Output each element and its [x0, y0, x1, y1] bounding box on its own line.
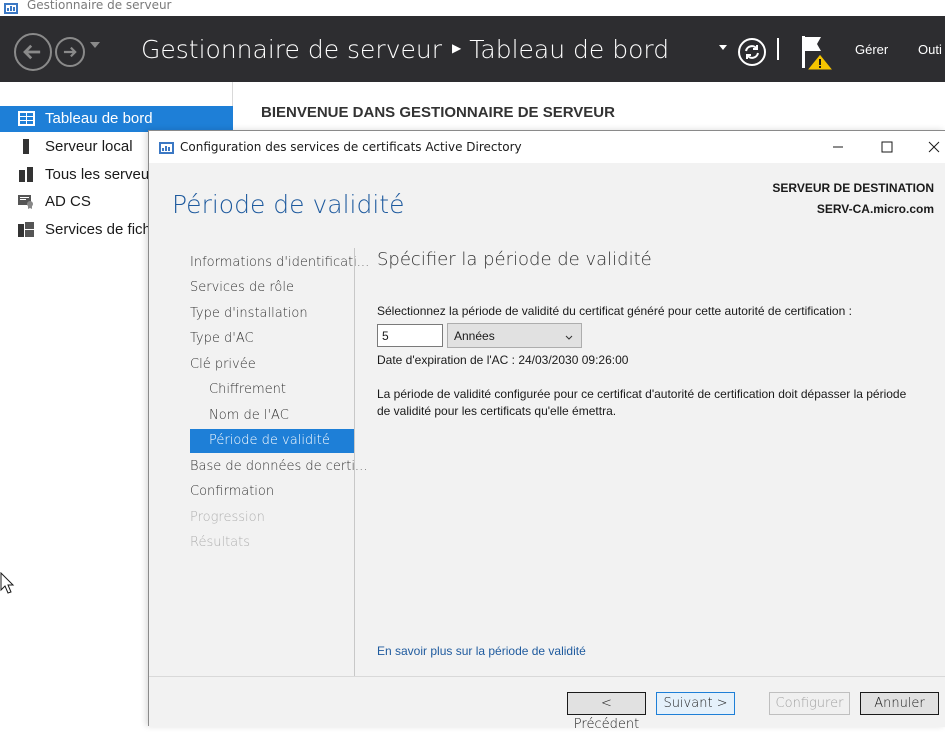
- step-progress: Progression: [190, 510, 265, 525]
- step-role-services[interactable]: Services de rôle: [190, 276, 294, 300]
- dialog-title: Configuration des services de certificat…: [180, 140, 522, 154]
- destination-server-value: SERV-CA.micro.com: [816, 202, 934, 216]
- forward-button[interactable]: [55, 37, 85, 67]
- server-icon: [18, 139, 35, 154]
- refresh-icon[interactable]: [737, 37, 767, 67]
- menu-outils[interactable]: Outi: [918, 42, 942, 57]
- validity-info-text: La période de validité configurée pour c…: [377, 387, 907, 418]
- app-header: Gestionnaire de serveur ▶ Tableau de bord …: [0, 16, 945, 82]
- servers-icon: [18, 167, 35, 182]
- history-dropdown[interactable]: [90, 42, 100, 48]
- minimize-button[interactable]: [826, 135, 850, 159]
- step-ca-name[interactable]: Nom de l'AC: [209, 404, 289, 428]
- arrow-left-icon: [23, 44, 41, 60]
- breadcrumb-root[interactable]: Gestionnaire de serveur: [141, 35, 442, 64]
- breadcrumb: Gestionnaire de serveur ▶ Tableau de bord: [141, 35, 669, 64]
- validity-prompt: Sélectionnez la période de validité du c…: [377, 304, 852, 318]
- certificate-icon: [18, 194, 35, 209]
- maximize-button[interactable]: [875, 135, 899, 159]
- validity-unit-select[interactable]: Années: [447, 323, 582, 348]
- step-certificate-database[interactable]: Base de données de certi...: [190, 455, 367, 479]
- close-icon: [928, 141, 940, 153]
- step-ca-type[interactable]: Type d'AC: [190, 327, 254, 351]
- dialog-body: Période de validité SERVEUR DE DESTINATI…: [149, 163, 945, 690]
- dialog-titlebar[interactable]: Configuration des services de certificat…: [149, 131, 945, 163]
- mouse-cursor-icon: [0, 571, 16, 596]
- steps-divider: [354, 248, 355, 690]
- menu-gerer[interactable]: Gérer: [855, 42, 888, 57]
- ca-expiry-date: Date d'expiration de l'AC : 24/03/2030 0…: [377, 353, 629, 367]
- dashboard-icon: [18, 111, 35, 126]
- step-private-key[interactable]: Clé privée: [190, 353, 256, 377]
- page-title: Période de validité: [172, 190, 405, 219]
- file-services-icon: [18, 222, 35, 237]
- arrow-right-icon: [63, 46, 77, 58]
- notifications-flag-icon[interactable]: [799, 34, 835, 72]
- chevron-down-icon: [565, 331, 573, 340]
- configure-button: Configurer: [769, 692, 850, 715]
- breadcrumb-separator-icon: ▶: [452, 41, 462, 55]
- cancel-button[interactable]: Annuler: [860, 692, 939, 715]
- maximize-icon: [881, 141, 893, 153]
- sidebar-item-label: AD CS: [45, 193, 91, 210]
- breadcrumb-dropdown[interactable]: [719, 45, 727, 50]
- sidebar-item-label: Serveur local: [45, 138, 133, 155]
- adcs-configuration-dialog: Configuration des services de certificat…: [148, 130, 945, 732]
- step-validity-period[interactable]: Période de validité: [190, 429, 354, 453]
- welcome-heading: BIENVENUE DANS GESTIONNAIRE DE SERVEUR: [261, 104, 615, 121]
- back-button[interactable]: [14, 33, 52, 71]
- validity-period-input[interactable]: [377, 324, 443, 347]
- step-confirmation[interactable]: Confirmation: [190, 480, 274, 504]
- app-window-title: Gestionnaire de serveur: [27, 0, 172, 12]
- close-button[interactable]: [922, 135, 945, 159]
- header-divider: [777, 38, 779, 60]
- step-setup-type[interactable]: Type d'installation: [190, 302, 308, 326]
- server-manager-icon: [4, 1, 18, 14]
- validity-unit-value: Années: [454, 329, 495, 343]
- step-cryptography[interactable]: Chiffrement: [209, 378, 286, 402]
- minimize-icon: [833, 146, 843, 148]
- dialog-footer: < Précédent Suivant > Configurer Annuler: [149, 676, 945, 732]
- next-button[interactable]: Suivant >: [656, 692, 735, 715]
- step-credentials[interactable]: Informations d'identificati...: [190, 251, 369, 275]
- step-results: Résultats: [190, 535, 251, 550]
- previous-button[interactable]: < Précédent: [567, 692, 646, 732]
- destination-server-label: SERVEUR DE DESTINATION: [772, 181, 934, 195]
- breadcrumb-current: Tableau de bord: [469, 35, 670, 64]
- sidebar-item-label: Tous les serveurs: [45, 166, 162, 183]
- sidebar-item-dashboard[interactable]: Tableau de bord: [0, 106, 233, 132]
- sidebar-item-label: Tableau de bord: [45, 110, 153, 127]
- app-titlebar: Gestionnaire de serveur: [0, 0, 945, 16]
- content-heading: Spécifier la période de validité: [377, 249, 652, 270]
- server-manager-icon: [159, 141, 174, 154]
- learn-more-link[interactable]: En savoir plus sur la période de validit…: [377, 644, 586, 658]
